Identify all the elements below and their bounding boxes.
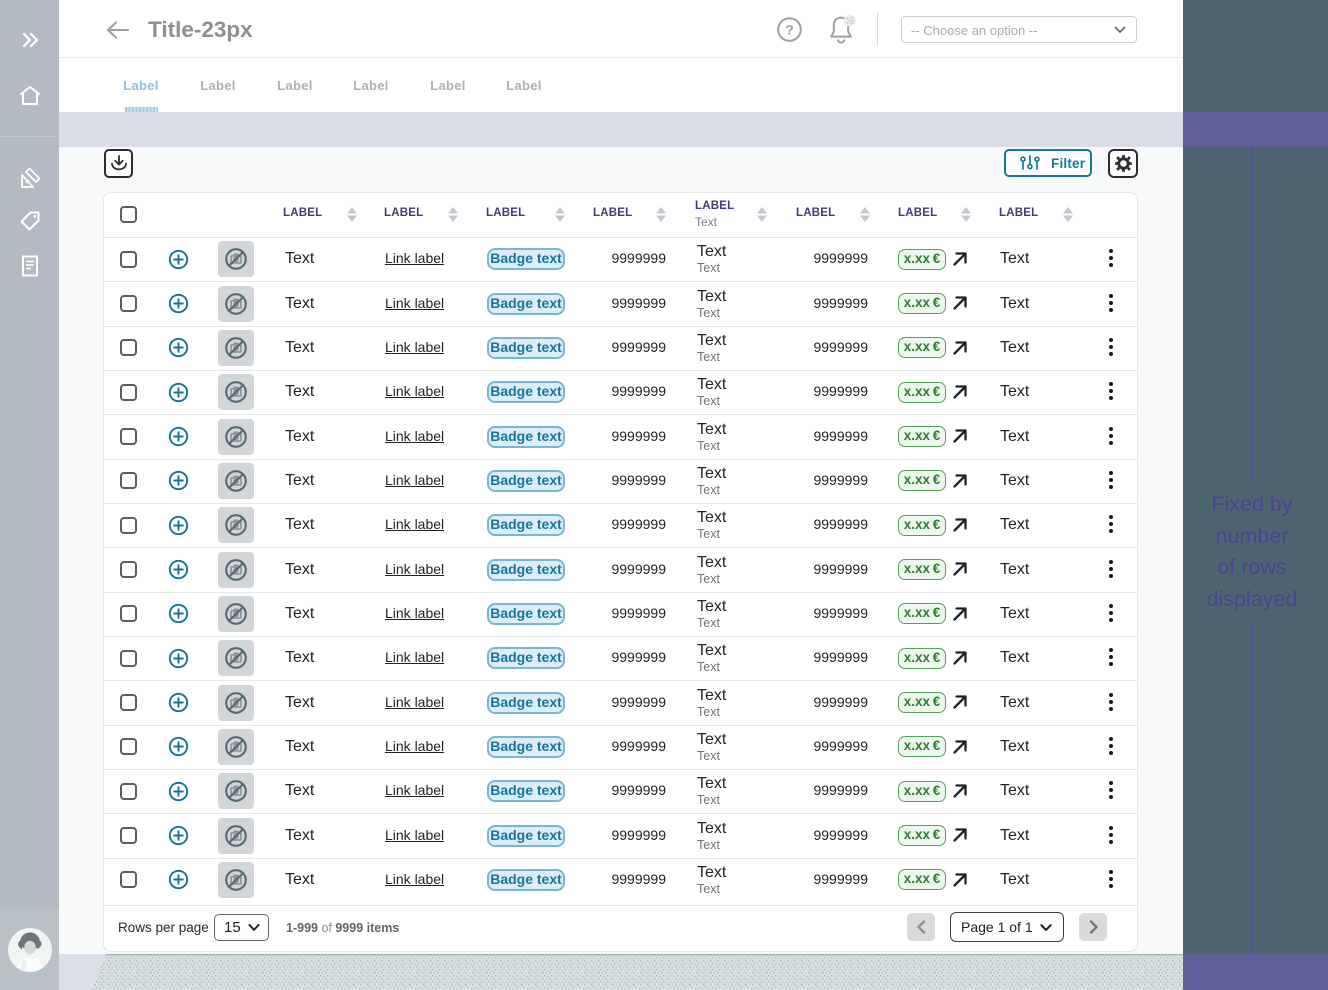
svg-text:?: ? [785,22,794,38]
